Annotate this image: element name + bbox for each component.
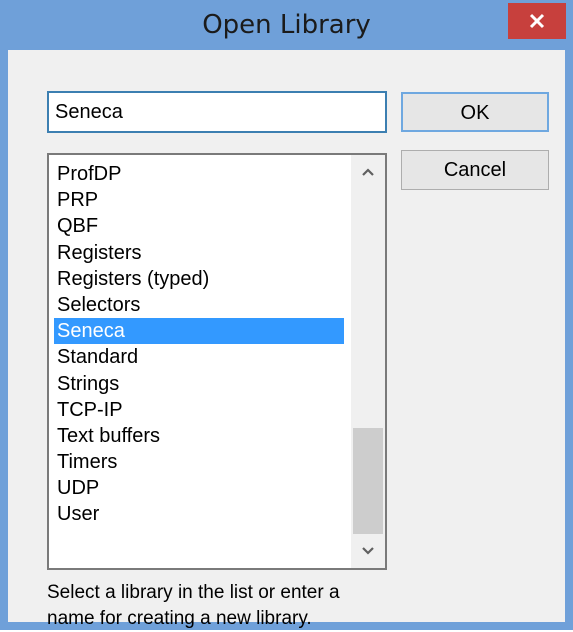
list-item[interactable]: Timers bbox=[54, 449, 344, 475]
hint-text: Select a library in the list or enter a … bbox=[47, 582, 340, 629]
list-item[interactable]: TCP-IP bbox=[54, 397, 344, 423]
library-name-input[interactable] bbox=[47, 91, 387, 133]
list-item[interactable]: PRP bbox=[54, 187, 344, 213]
chevron-up-icon bbox=[362, 168, 374, 176]
scroll-down-button[interactable] bbox=[351, 534, 385, 568]
list-item[interactable]: ProfDP bbox=[54, 161, 344, 187]
list-scrollbar[interactable] bbox=[351, 155, 385, 568]
close-button[interactable] bbox=[508, 3, 566, 39]
list-item[interactable]: User bbox=[54, 501, 344, 527]
list-item[interactable]: QBF bbox=[54, 213, 344, 239]
list-item[interactable]: Strings bbox=[54, 371, 344, 397]
dialog-body: OK Cancel ProfDPPRPQBFRegistersRegisters… bbox=[8, 50, 565, 629]
chevron-down-icon bbox=[362, 547, 374, 555]
list-item[interactable]: Registers bbox=[54, 240, 344, 266]
list-item[interactable]: UDP bbox=[54, 475, 344, 501]
scroll-up-button[interactable] bbox=[351, 155, 385, 189]
title-bar[interactable]: Open Library bbox=[0, 0, 573, 50]
cancel-button[interactable]: Cancel bbox=[401, 150, 549, 190]
list-item[interactable]: Standard bbox=[54, 344, 344, 370]
dialog-title: Open Library bbox=[202, 10, 371, 40]
list-item[interactable]: Selectors bbox=[54, 292, 344, 318]
list-item[interactable]: Seneca bbox=[54, 318, 344, 345]
open-library-dialog: Open Library OK Cancel ProfDPPRPQBFRegis… bbox=[0, 0, 573, 630]
list-item[interactable]: Registers (typed) bbox=[54, 266, 344, 292]
list-item[interactable]: Text buffers bbox=[54, 423, 344, 449]
library-list[interactable]: ProfDP PRP QBF Registers Registers (typed) Se… bbox=[47, 153, 387, 570]
library-list-items: ProfDP PRP QBF Registers Registers (typed) Se… bbox=[54, 161, 344, 528]
ok-button[interactable]: OK bbox=[401, 92, 549, 132]
close-icon bbox=[529, 13, 545, 29]
scroll-thumb[interactable] bbox=[353, 428, 383, 534]
